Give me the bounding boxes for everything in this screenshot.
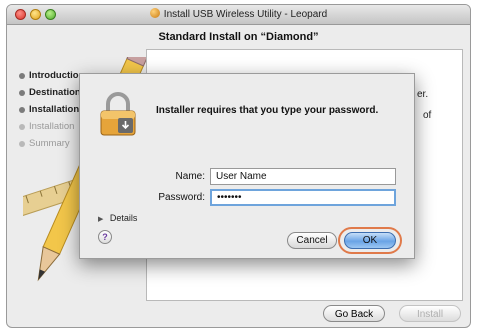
password-label: Password: (158, 192, 205, 203)
install-header: Standard Install on “Diamond” (158, 31, 319, 43)
name-label: Name: (175, 171, 205, 182)
title-bar: Install USB Wireless Utility - Leopard (7, 5, 470, 25)
auth-prompt-text: Installer requires that you type your pa… (156, 105, 379, 116)
content-text-fragment: er. (417, 89, 429, 100)
window-title: Install USB Wireless Utility - Leopard (163, 9, 328, 20)
window-title-area: Install USB Wireless Utility - Leopard (7, 5, 470, 24)
step-bullet-icon (19, 124, 25, 130)
content-text-fragment: of (423, 110, 432, 121)
go-back-button[interactable]: Go Back (323, 305, 385, 322)
lock-icon (100, 92, 136, 136)
disclosure-triangle-icon: ▶ (98, 216, 104, 223)
installer-window: Install USB Wireless Utility - Leopard S… (6, 4, 471, 328)
details-disclosure[interactable]: ▶ Details (98, 213, 137, 223)
step-bullet-icon (19, 90, 25, 96)
authentication-dialog: Installer requires that you type your pa… (79, 73, 415, 259)
step-bullet-icon (19, 73, 25, 79)
ok-button[interactable]: OK (344, 232, 396, 249)
help-button[interactable]: ? (98, 230, 112, 244)
cancel-button[interactable]: Cancel (287, 232, 337, 249)
package-icon (149, 8, 160, 18)
password-field[interactable]: ••••••• (210, 189, 396, 206)
name-field[interactable]: User Name (210, 168, 396, 185)
step-bullet-icon (19, 107, 25, 113)
details-label: Details (109, 213, 138, 223)
step-bullet-icon (19, 141, 25, 147)
install-button[interactable]: Install (399, 305, 461, 322)
